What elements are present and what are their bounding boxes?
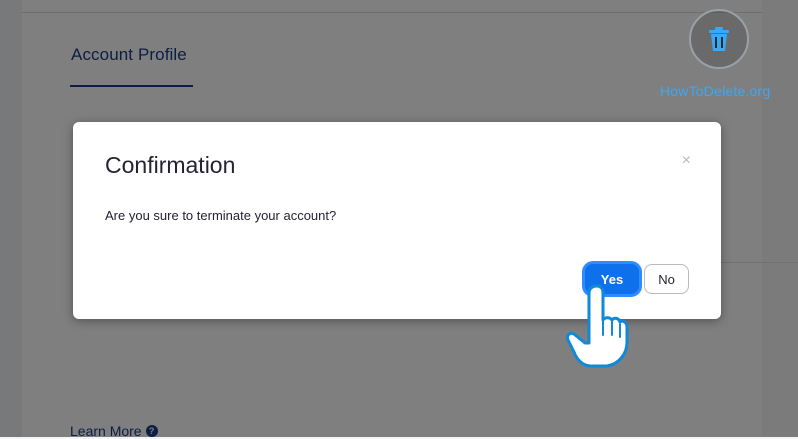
dialog-title: Confirmation xyxy=(105,152,236,178)
dialog-message: Are you sure to terminate your account? xyxy=(105,208,337,223)
watermark-text: HowToDelete.org xyxy=(660,83,771,99)
close-icon[interactable]: × xyxy=(682,152,691,170)
watermark-logo xyxy=(689,9,749,69)
trash-icon xyxy=(709,27,729,51)
pointing-hand-icon xyxy=(566,284,629,368)
no-button[interactable]: No xyxy=(644,264,689,294)
